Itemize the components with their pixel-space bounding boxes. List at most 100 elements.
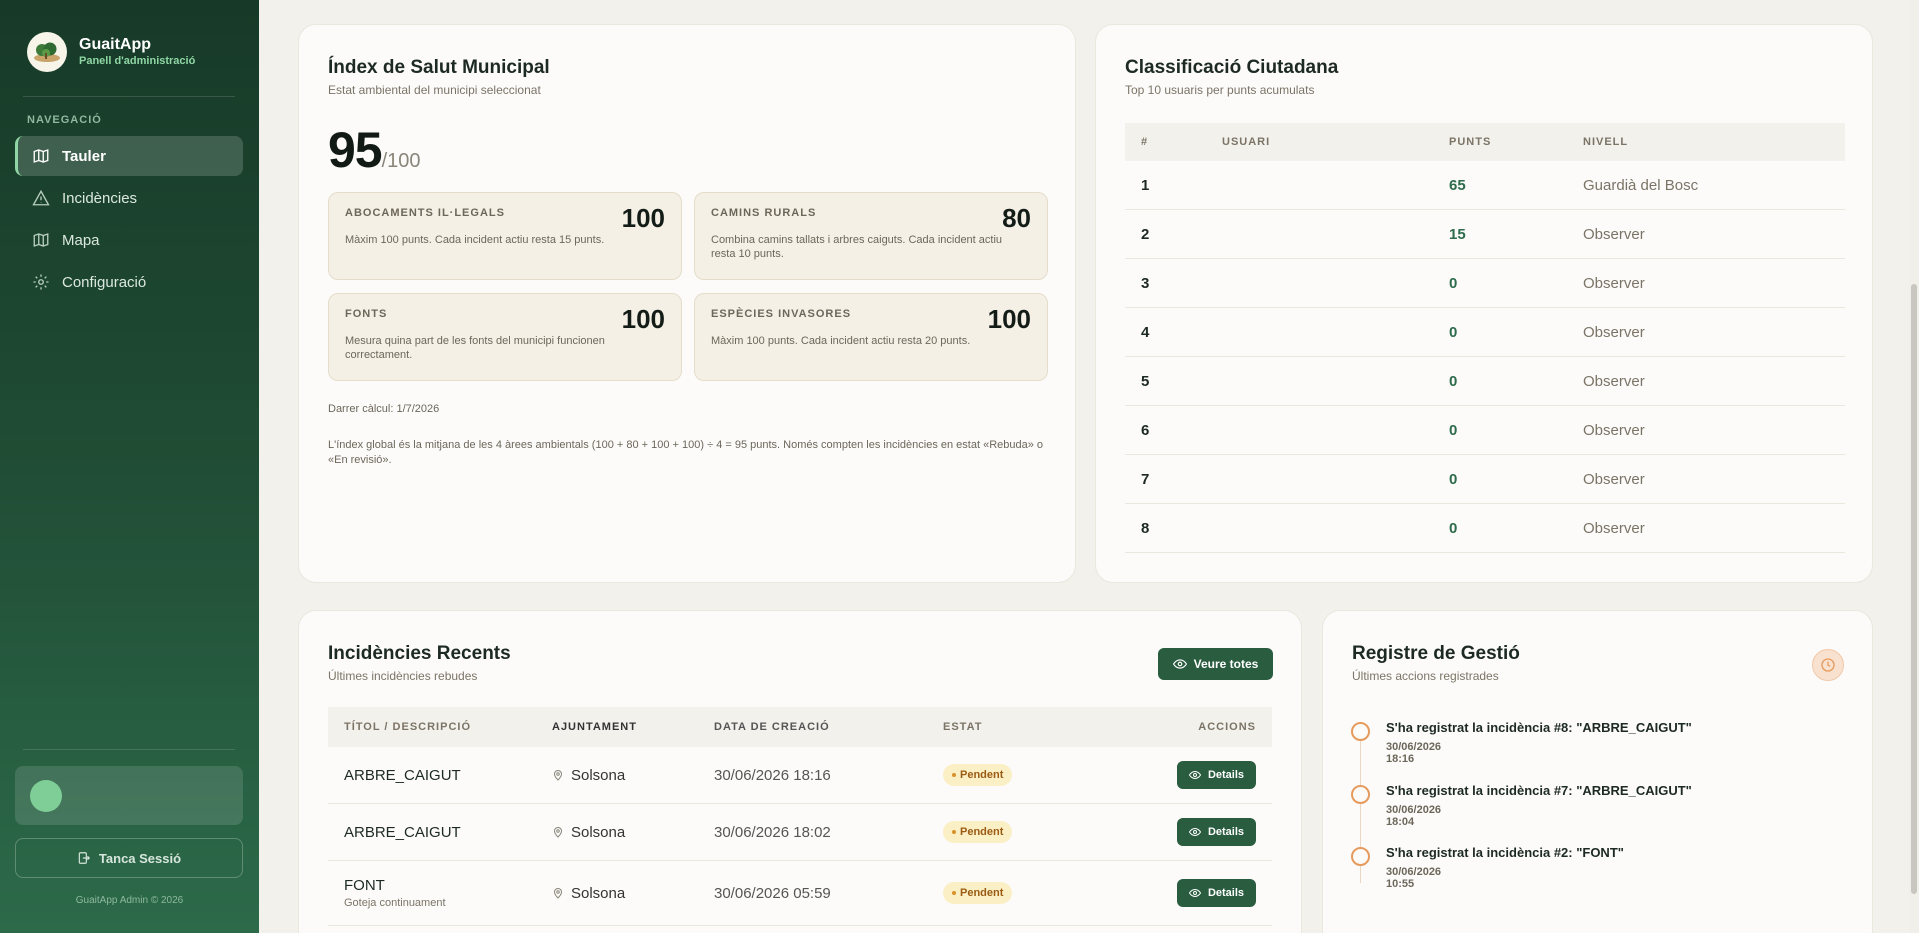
column-header: AJUNTAMENT — [552, 721, 637, 733]
score-value: 95 — [328, 122, 383, 178]
card-title: Índex de Salut Municipal — [328, 57, 550, 78]
details-button[interactable]: Details — [1177, 761, 1256, 789]
table-row[interactable]: 2 15 Observer — [1125, 210, 1845, 259]
incident-town: Solsona — [571, 766, 626, 784]
card-title: Incidències Recents — [328, 643, 511, 664]
table-row[interactable]: 1 65 Guardià del Bosc — [1125, 161, 1845, 210]
column-header: ACCIONS — [1198, 721, 1256, 733]
details-button[interactable]: Details — [1177, 879, 1256, 907]
incident-description: Goteja continuament — [344, 897, 446, 909]
view-all-label: Veure totes — [1193, 657, 1259, 671]
health-score: 95/100 — [328, 121, 421, 179]
details-label: Details — [1207, 887, 1245, 899]
sidebar-item-tauler[interactable]: Tauler — [15, 136, 243, 176]
logout-label: Tanca Sessió — [98, 850, 182, 866]
brand[interactable]: GuaitApp Panell d'administració — [27, 32, 195, 72]
view-all-button[interactable]: Veure totes — [1158, 648, 1273, 680]
incident-date: 30/06/2026 18:02 — [714, 823, 831, 841]
tile-desc: Mesura quina part de les fonts del munic… — [345, 335, 605, 361]
sidebar-item-label: Configuració — [62, 273, 147, 291]
avatar — [30, 779, 62, 812]
rank-level: Observer — [1583, 372, 1645, 390]
details-label: Details — [1207, 826, 1245, 838]
table-row[interactable]: 5 0 Observer — [1125, 357, 1845, 406]
rank-position: 1 — [1141, 176, 1150, 194]
user-card[interactable] — [15, 766, 243, 825]
metric-tile: FONTS 100 Mesura quina part de les fonts… — [328, 293, 682, 381]
log-text: S'ha registrat la incidència #2: "FONT" — [1386, 845, 1624, 860]
location-pin-icon — [553, 770, 563, 781]
rank-level: Observer — [1583, 274, 1645, 292]
incident-title: ARBRE_CAIGUT — [344, 823, 461, 841]
location-pin-icon — [553, 827, 563, 838]
rank-level: Observer — [1583, 470, 1645, 488]
recent-incidents-card: Incidències Recents Últimes incidències … — [298, 610, 1302, 933]
rank-position: 8 — [1141, 519, 1150, 537]
details-button[interactable]: Details — [1177, 818, 1256, 846]
table-row[interactable]: 7 0 Observer — [1125, 455, 1845, 504]
tile-value: 100 — [621, 203, 665, 233]
map-icon — [33, 233, 49, 247]
rank-level: Observer — [1583, 323, 1645, 341]
table-row[interactable]: FONT Goteja continuament Solsona 30/06/2… — [328, 861, 1272, 926]
table-row[interactable]: 3 0 Observer — [1125, 259, 1845, 308]
sidebar: GuaitApp Panell d'administració NAVEGACI… — [0, 0, 259, 933]
table-header: TÍTOL / DESCRIPCIÓ AJUNTAMENT DATA DE CR… — [328, 707, 1272, 747]
incident-title: FONT — [344, 877, 385, 894]
warning-icon — [32, 189, 50, 206]
timeline-dot — [1351, 847, 1370, 866]
column-header: TÍTOL / DESCRIPCIÓ — [344, 721, 471, 733]
rank-position: 6 — [1141, 421, 1150, 439]
logout-icon — [78, 852, 90, 864]
tile-desc: Màxim 100 punts. Cada incident actiu res… — [711, 335, 971, 347]
card-title: Registre de Gestió — [1352, 643, 1520, 664]
incident-town: Solsona — [571, 884, 626, 902]
incident-date: 30/06/2026 05:59 — [714, 884, 831, 902]
page-scrollbar[interactable] — [1909, 0, 1919, 933]
table-row[interactable]: 4 0 Observer — [1125, 308, 1845, 357]
table-row[interactable]: 6 0 Observer — [1125, 406, 1845, 455]
rank-position: 2 — [1141, 225, 1150, 243]
clock-icon — [1821, 658, 1835, 672]
card-title: Classificació Ciutadana — [1125, 57, 1339, 78]
sidebar-item-configuracio[interactable]: Configuració — [15, 262, 243, 302]
eye-icon — [1172, 659, 1187, 669]
sidebar-item-label: Tauler — [62, 147, 106, 165]
tile-desc: Màxim 100 punts. Cada incident actiu res… — [345, 234, 605, 246]
scrollbar-thumb[interactable] — [1911, 284, 1917, 894]
incident-title: ARBRE_CAIGUT — [344, 766, 461, 784]
rank-points: 0 — [1449, 519, 1458, 537]
logout-button[interactable]: Tanca Sessió — [15, 838, 243, 878]
tile-label: ABOCAMENTS IL·LEGALS — [345, 207, 505, 219]
status-badge: Pendent — [943, 821, 1013, 843]
rank-level: Guardià del Bosc — [1583, 176, 1699, 194]
divider — [23, 96, 235, 97]
rank-points: 0 — [1449, 274, 1458, 292]
rank-position: 3 — [1141, 274, 1150, 292]
tile-value: 100 — [621, 304, 665, 334]
column-header: DATA DE CREACIÓ — [714, 721, 830, 733]
column-header: PUNTS — [1449, 136, 1492, 148]
app-subtitle: Panell d'administració — [79, 55, 196, 67]
rank-points: 65 — [1449, 176, 1466, 194]
details-label: Details — [1207, 769, 1245, 781]
rank-level: Observer — [1583, 225, 1645, 243]
tile-value: 100 — [987, 304, 1031, 334]
card-subtitle: Últimes accions registrades — [1352, 669, 1499, 683]
table-row[interactable]: 8 0 Observer — [1125, 504, 1845, 553]
tile-label: FONTS — [345, 308, 388, 320]
rank-position: 4 — [1141, 323, 1150, 341]
last-calc: Darrer càlcul: 1/7/2026 — [328, 403, 440, 415]
rank-points: 0 — [1449, 470, 1458, 488]
sidebar-item-label: Incidències — [62, 189, 138, 207]
sidebar-item-mapa[interactable]: Mapa — [15, 220, 243, 260]
table-row[interactable]: ARBRE_CAIGUT Solsona 30/06/2026 18:02 Pe… — [328, 804, 1272, 861]
rank-points: 0 — [1449, 372, 1458, 390]
location-pin-icon — [553, 888, 563, 899]
divider — [23, 749, 235, 750]
sidebar-item-label: Mapa — [62, 231, 100, 249]
tile-value: 80 — [1002, 203, 1031, 233]
table-row[interactable]: ARBRE_CAIGUT Solsona 30/06/2026 18:16 Pe… — [328, 747, 1272, 804]
history-button[interactable] — [1812, 649, 1844, 681]
sidebar-item-incidencies[interactable]: Incidències — [15, 178, 243, 218]
